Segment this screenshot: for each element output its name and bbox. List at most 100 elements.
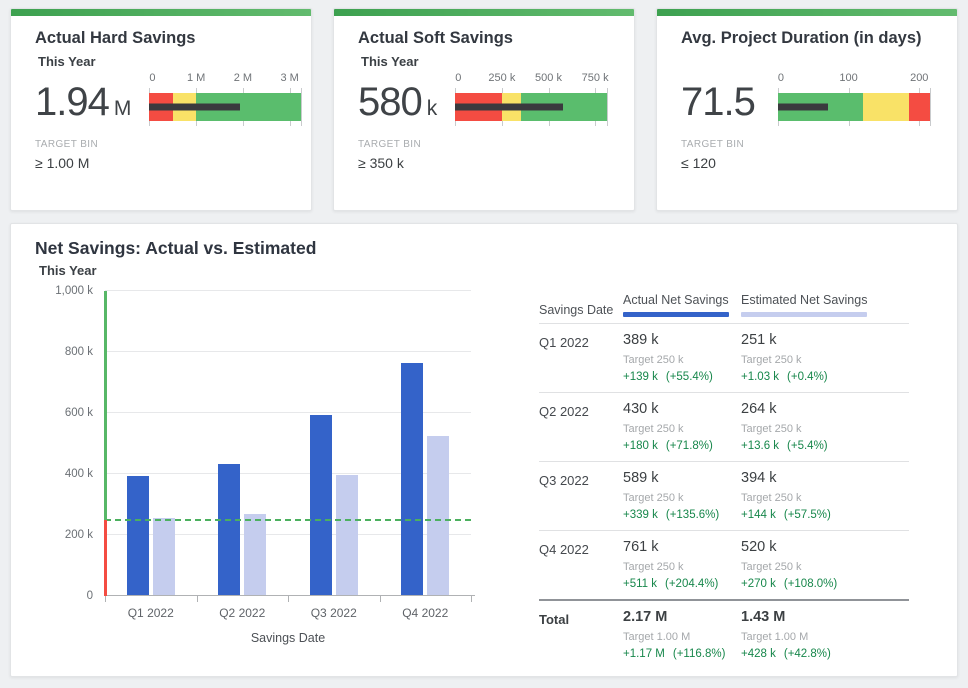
bullet-tick-label: 100 xyxy=(839,72,857,85)
delta-value: +1.03 k xyxy=(741,371,779,383)
legend-underline-actual xyxy=(623,312,729,317)
cell-value: 589 k xyxy=(623,470,735,487)
estimated-bar-Q1-2022[interactable] xyxy=(153,518,175,595)
card-accent-bar xyxy=(334,9,634,16)
bullet-tick-label: 0 xyxy=(455,72,461,85)
kpi-target-bin-value: ≥ 350 k xyxy=(358,155,616,171)
delta-percent: (+135.6%) xyxy=(666,509,719,521)
x-axis-tick xyxy=(471,596,472,602)
delta-percent: (+204.4%) xyxy=(665,578,718,590)
kpi-value-number: 1.94 xyxy=(35,80,109,124)
delta-value: +144 k xyxy=(741,509,776,521)
bullet-measure-bar xyxy=(455,104,563,111)
bullet-tick-label: 750 k xyxy=(582,72,609,85)
cell-delta: +1.17 M (+116.8%) xyxy=(623,647,735,661)
delta-percent: (+116.8%) xyxy=(673,648,726,660)
cell-target: Target 1.00 M xyxy=(623,631,735,644)
delta-percent: (+42.8%) xyxy=(784,648,831,660)
cell-value: 2.17 M xyxy=(623,609,735,626)
gridline xyxy=(105,351,471,352)
y-axis-label: 1,000 k xyxy=(35,285,93,298)
table-row-label: Q4 2022 xyxy=(539,530,623,599)
y-axis-label: 600 k xyxy=(35,407,93,420)
plot xyxy=(105,291,471,596)
cell-delta: +144 k(+57.5%) xyxy=(741,508,903,522)
delta-percent: (+108.0%) xyxy=(784,578,837,590)
delta-value: +270 k xyxy=(741,578,776,590)
y-axis-label: 800 k xyxy=(35,346,93,359)
y-axis-green-segment xyxy=(104,291,107,520)
kpi-value: 71.5 xyxy=(681,80,760,131)
bullet-track xyxy=(455,93,607,121)
kpi-target-bin-label: TARGET BIN xyxy=(358,139,616,150)
actual-bar-Q2-2022[interactable] xyxy=(218,464,240,595)
column-header-inner: Actual Net Savings xyxy=(623,293,729,317)
delta-value: +428 k xyxy=(741,648,776,660)
bullet-tick-label: 3 M xyxy=(280,72,298,85)
kpi-content: Avg. Project Duration (in days) 71.5 010… xyxy=(657,16,957,171)
card-accent-bar xyxy=(657,9,957,16)
net-savings-card: Net Savings: Actual vs. Estimated This Y… xyxy=(10,223,958,677)
cell-value: 761 k xyxy=(623,539,735,556)
column-header-inner: Estimated Net Savings xyxy=(741,293,867,317)
estimated-bar-Q2-2022[interactable] xyxy=(244,514,266,595)
estimated-bar-Q3-2022[interactable] xyxy=(336,475,358,595)
cell-delta: +511 k(+204.4%) xyxy=(623,577,735,591)
kpi-target-bin-value: ≤ 120 xyxy=(681,155,939,171)
x-axis-label: Q1 2022 xyxy=(128,606,174,620)
bullet-tick-label: 500 k xyxy=(535,72,562,85)
cell-target: Target 250 k xyxy=(623,561,735,574)
estimated-bar-Q4-2022[interactable] xyxy=(427,436,449,595)
cell-delta: +1.03 k (+0.4%) xyxy=(741,370,903,384)
cell-target: Target 250 k xyxy=(741,423,903,436)
kpi-card-soft-savings: Actual Soft Savings This Year 580k 0250 … xyxy=(333,8,635,211)
bullet-track xyxy=(778,93,930,121)
cell-value: 1.43 M xyxy=(741,609,903,626)
delta-value: +1.17 M xyxy=(623,648,665,660)
kpi-target-bin-label: TARGET BIN xyxy=(681,139,939,150)
column-header-text: Savings Date xyxy=(539,303,613,317)
actual-bar-Q3-2022[interactable] xyxy=(310,415,332,595)
cell-value: 251 k xyxy=(741,332,903,349)
delta-percent: (+0.4%) xyxy=(787,371,828,383)
kpi-value-suffix: k xyxy=(427,97,438,120)
cell-value: 520 k xyxy=(741,539,903,556)
net-savings-content: Net Savings: Actual vs. Estimated This Y… xyxy=(11,224,957,669)
cell-value: 264 k xyxy=(741,401,903,418)
x-axis-tick xyxy=(380,596,381,602)
kpi-value: 580k xyxy=(358,80,437,131)
x-axis-tick xyxy=(105,596,106,602)
chart-subtitle: This Year xyxy=(39,263,933,278)
kpi-title: Avg. Project Duration (in days) xyxy=(681,29,939,48)
cell-value: 389 k xyxy=(623,332,735,349)
kpi-row: Actual Hard Savings This Year 1.94M 01 M… xyxy=(10,8,958,211)
kpi-content: Actual Soft Savings This Year 580k 0250 … xyxy=(334,16,634,171)
bullet-scale-end-tick xyxy=(301,88,302,126)
delta-percent: (+55.4%) xyxy=(666,371,713,383)
cell-target: Target 250 k xyxy=(741,492,903,505)
actual-bar-Q4-2022[interactable] xyxy=(401,363,423,595)
cell-value: 430 k xyxy=(623,401,735,418)
x-axis-line xyxy=(105,595,475,596)
kpi-subtitle: This Year xyxy=(38,54,293,69)
table-row-label: Total xyxy=(539,599,623,669)
delta-value: +139 k xyxy=(623,371,658,383)
yellow-band xyxy=(863,93,909,121)
kpi-value-number: 580 xyxy=(358,80,422,124)
gridline xyxy=(105,290,471,291)
actual-bar-Q1-2022[interactable] xyxy=(127,476,149,595)
net-savings-table-area: Savings Date Actual Net Savings Estimated … xyxy=(539,293,933,669)
kpi-subtitle: This Year xyxy=(361,54,616,69)
x-axis-tick xyxy=(197,596,198,602)
bullet-chart-project-duration: 0100200 xyxy=(778,72,930,130)
x-axis-tick xyxy=(288,596,289,602)
column-header-text: Actual Net Savings xyxy=(623,293,729,307)
cell-delta: +428 k (+42.8%) xyxy=(741,647,903,661)
legend-underline-estimated xyxy=(741,312,867,317)
kpi-title: Actual Hard Savings xyxy=(35,29,293,48)
bullet-chart-soft-savings: 0250 k500 k750 k xyxy=(455,72,607,130)
y-axis-label: 200 k xyxy=(35,529,93,542)
delta-value: +13.6 k xyxy=(741,440,779,452)
actual-cell: 2.17 M Target 1.00 M +1.17 M (+116.8%) xyxy=(623,599,741,669)
bullet-tick-label: 1 M xyxy=(187,72,205,85)
